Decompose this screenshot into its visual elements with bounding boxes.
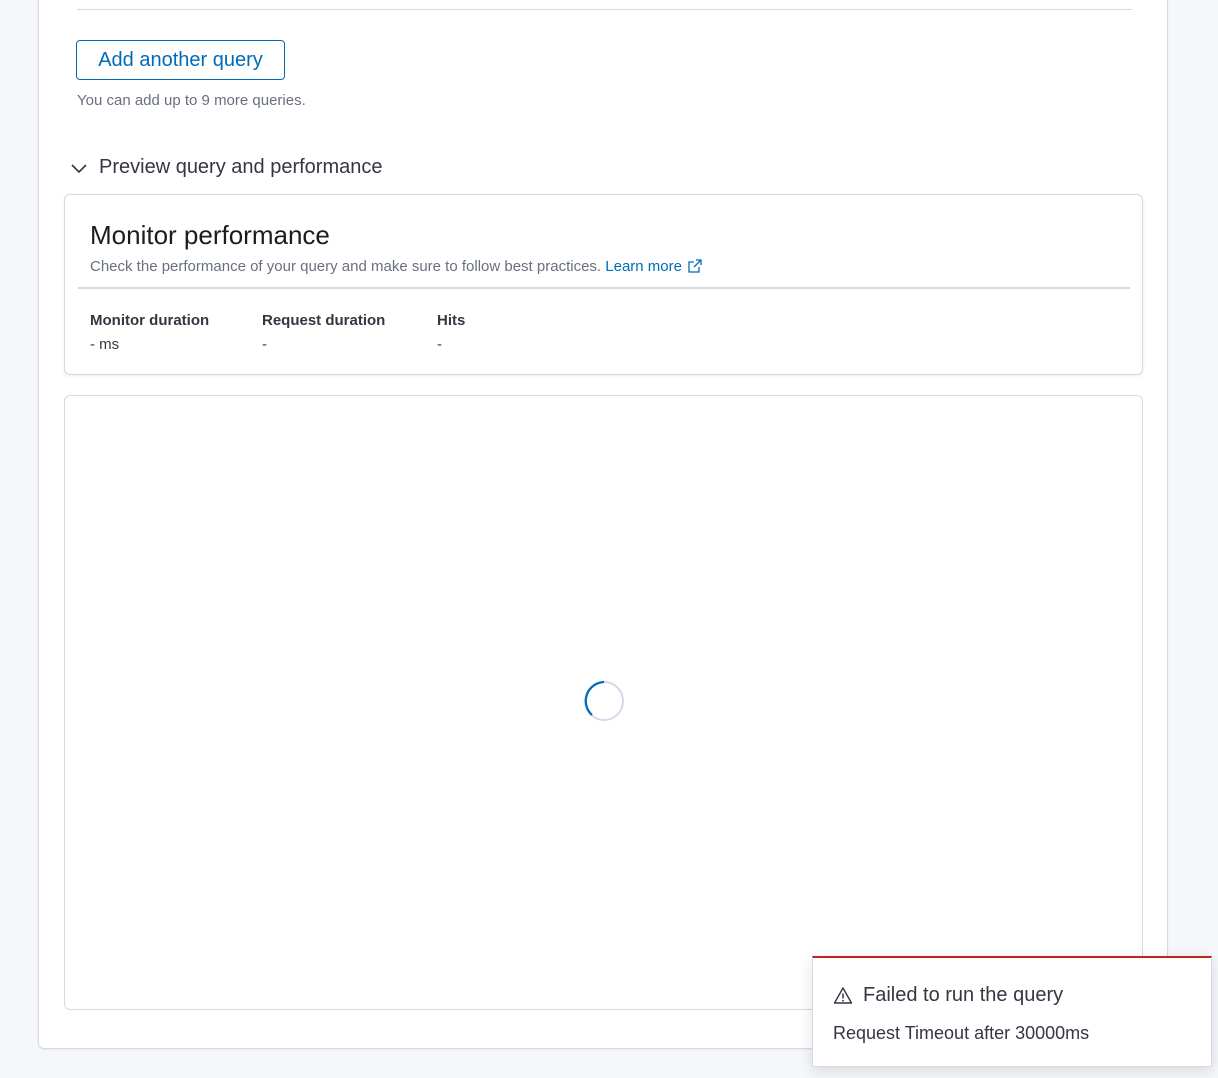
query-preview-card xyxy=(64,395,1143,1010)
monitor-editor-panel: Add another query You can add up to 9 mo… xyxy=(38,0,1168,1049)
stat-title: Hits xyxy=(437,312,466,329)
toast-header: Failed to run the query xyxy=(833,984,1063,1007)
performance-description: Check the performance of your query and … xyxy=(90,258,702,275)
external-link-icon xyxy=(688,259,702,273)
stat-monitor-duration: Monitor duration - ms xyxy=(90,312,209,353)
stat-value: - ms xyxy=(90,336,120,353)
toast-message: Request Timeout after 30000ms xyxy=(833,1023,1090,1043)
add-another-query-button[interactable]: Add another query xyxy=(76,40,285,80)
chevron-down-icon xyxy=(69,158,89,178)
preview-accordion-toggle[interactable]: Preview query and performance xyxy=(69,156,382,179)
warning-icon xyxy=(833,986,853,1006)
performance-divider xyxy=(78,287,1130,289)
toast-title: Failed to run the query xyxy=(863,984,1064,1006)
stat-request-duration: Request duration - xyxy=(262,312,385,353)
error-toast: Failed to run the query Request Timeout … xyxy=(812,956,1212,1067)
stat-value: - xyxy=(437,336,442,353)
stat-hits: Hits - xyxy=(437,312,465,353)
learn-more-label: Learn more xyxy=(605,258,682,275)
preview-accordion-label: Preview query and performance xyxy=(99,156,383,178)
query-limit-hint: You can add up to 9 more queries. xyxy=(77,92,306,109)
monitor-performance-card: Monitor performance Check the performanc… xyxy=(64,194,1143,375)
loading-spinner-icon xyxy=(583,680,625,722)
performance-description-text: Check the performance of your query and … xyxy=(90,258,602,275)
learn-more-link[interactable]: Learn more xyxy=(605,258,702,275)
stat-value: - xyxy=(262,336,267,353)
performance-title: Monitor performance xyxy=(90,220,330,250)
divider xyxy=(77,9,1132,10)
stat-title: Request duration xyxy=(262,312,386,329)
stat-title: Monitor duration xyxy=(90,312,210,329)
